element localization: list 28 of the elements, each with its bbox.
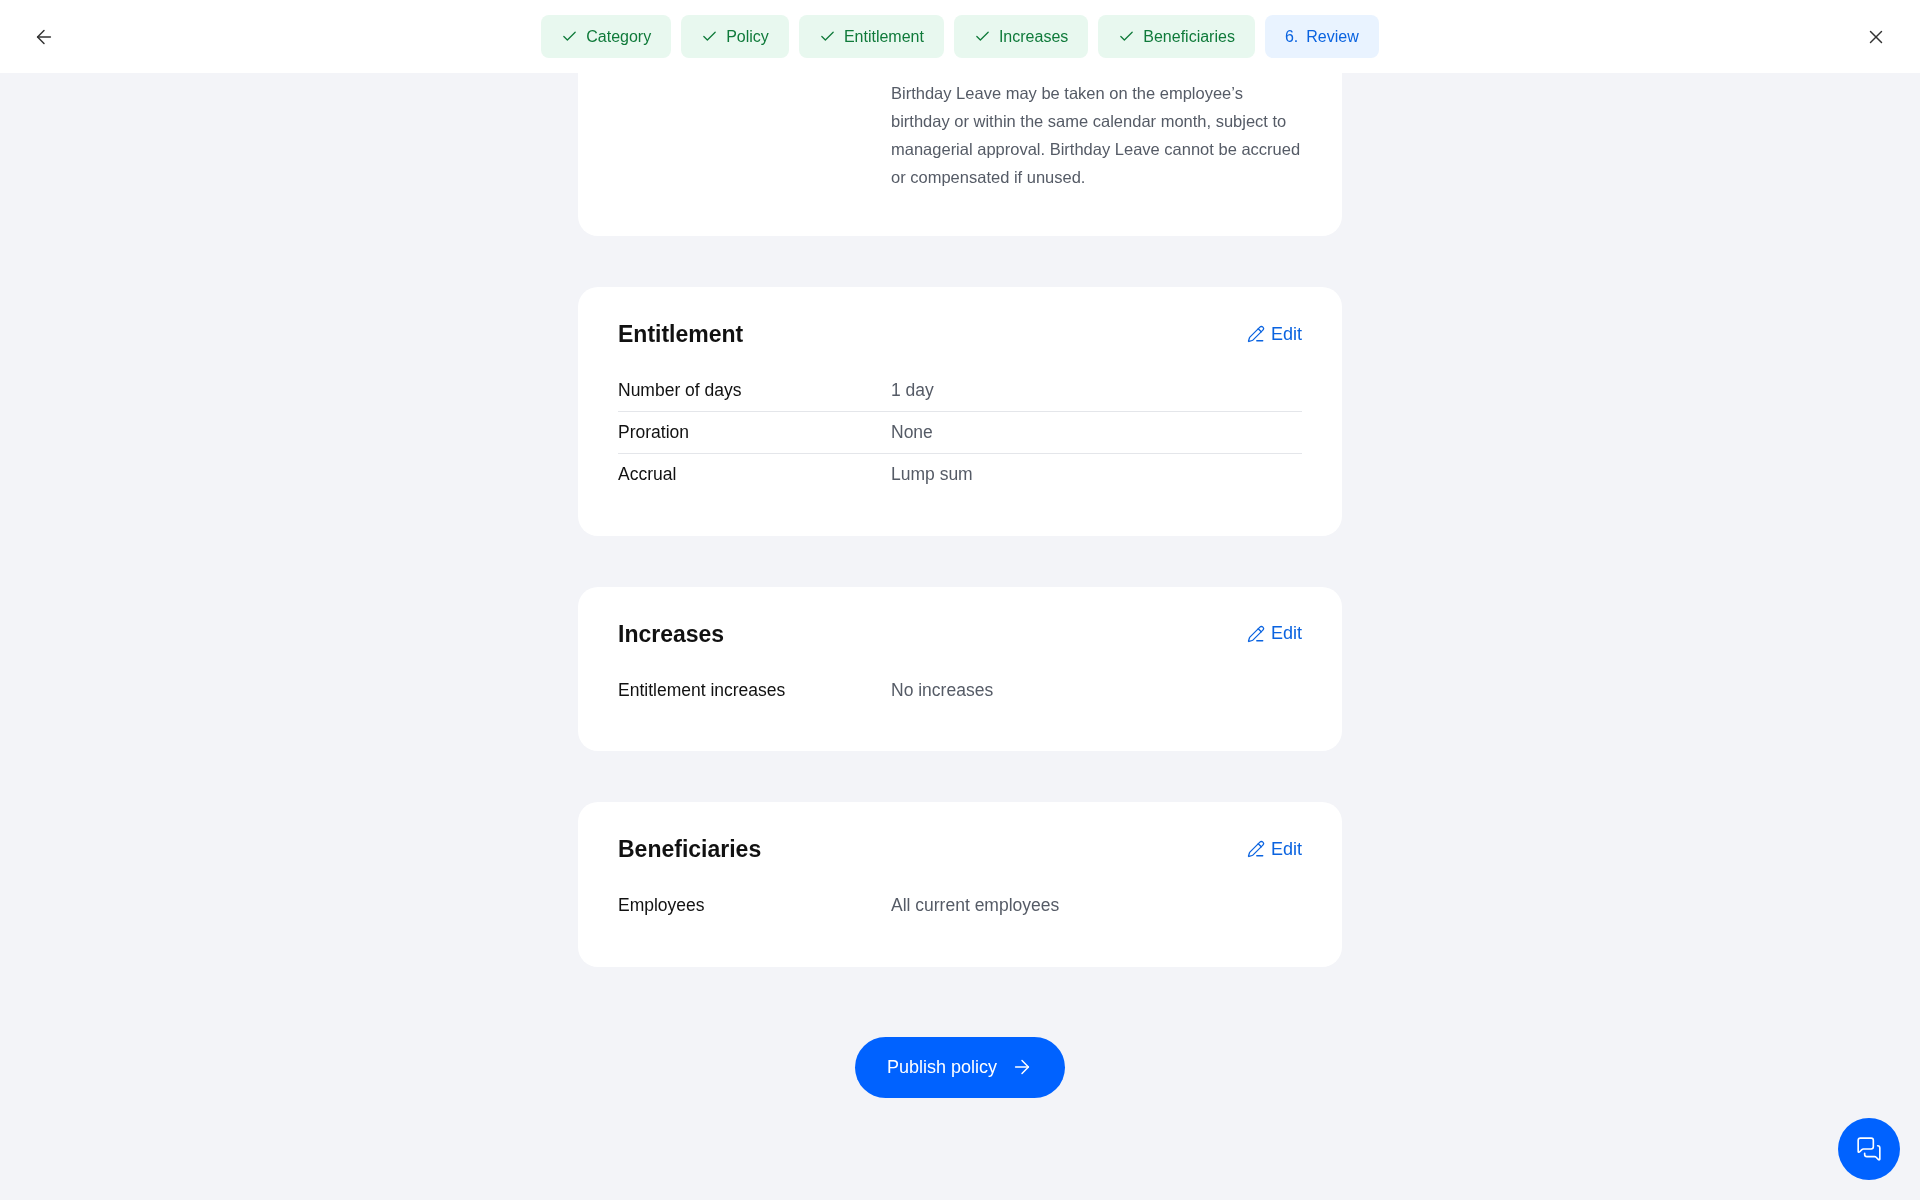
step-tab[interactable]: 6. Review bbox=[1264, 15, 1379, 58]
step-tab[interactable]: Beneficiaries bbox=[1098, 15, 1255, 58]
field-value: Lump sum bbox=[891, 463, 973, 487]
field-label: Proration bbox=[618, 420, 690, 444]
field-label: Entitlement increases bbox=[618, 678, 787, 702]
edit-link[interactable]: Edit bbox=[1246, 835, 1302, 863]
field-label: Accrual bbox=[618, 463, 678, 487]
pencil-icon bbox=[1246, 624, 1265, 643]
pencil-icon bbox=[1246, 325, 1265, 344]
field-value: No increases bbox=[891, 678, 994, 702]
field-value: All current employees bbox=[891, 894, 1060, 918]
chat-icon bbox=[1856, 1136, 1882, 1162]
section-title: Beneficiaries bbox=[618, 835, 762, 864]
publish-button[interactable]: Publish policy bbox=[854, 1036, 1066, 1098]
edit-link[interactable]: Edit bbox=[1246, 320, 1302, 348]
step-tab[interactable]: Entitlement bbox=[798, 15, 944, 58]
field-value: 1 day bbox=[891, 378, 934, 402]
step-tab[interactable]: Category bbox=[541, 15, 672, 58]
edit-link[interactable]: Edit bbox=[1246, 620, 1302, 648]
section-title: Entitlement bbox=[618, 320, 744, 349]
field-label: Number of days bbox=[618, 378, 743, 402]
field-label: Employees bbox=[618, 894, 706, 918]
step-tab[interactable]: Increases bbox=[953, 15, 1089, 58]
field-value: None bbox=[891, 420, 933, 444]
step-tab[interactable]: Policy bbox=[681, 15, 789, 58]
policy-description: Birthday Leave may be taken on the employee’s birthday or within the same calendar month, subject to managerial approval. Birthday Leave cannot be accrued or compensated if unused. bbox=[891, 83, 1302, 188]
pencil-icon bbox=[1246, 840, 1265, 859]
section-title: Increases bbox=[618, 619, 725, 649]
